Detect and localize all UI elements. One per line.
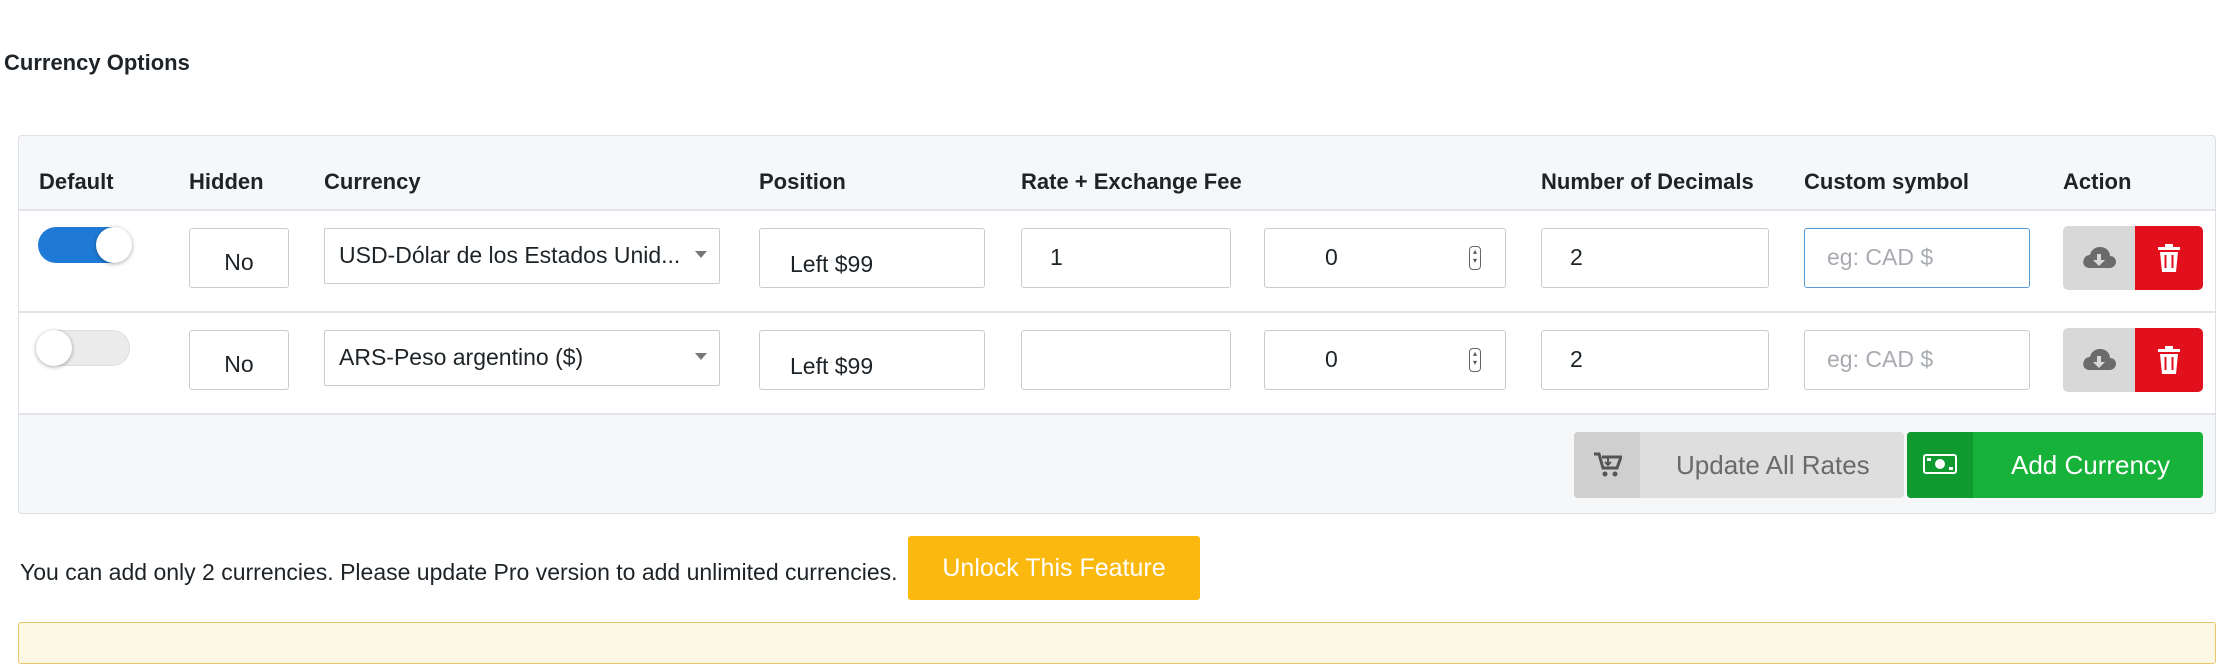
upgrade-notice: You can add only 2 currencies. Please up…	[20, 559, 898, 585]
alert-box	[18, 622, 2216, 664]
stepper-icon[interactable]: ▴ ▾	[1469, 246, 1481, 270]
divider	[19, 311, 2215, 313]
stepper-icon[interactable]: ▴ ▾	[1469, 348, 1481, 372]
money-icon	[1923, 454, 1957, 474]
hidden-field[interactable]: No	[189, 330, 289, 390]
delete-button[interactable]	[2135, 226, 2203, 290]
rate-input[interactable]	[1021, 330, 1231, 390]
toggle-knob	[36, 330, 72, 366]
position-field[interactable]: Left $99	[759, 330, 985, 390]
position-field[interactable]: Left $99	[759, 228, 985, 288]
position-value: Left $99	[790, 353, 874, 379]
chevron-down-icon	[695, 251, 707, 258]
trash-icon	[2158, 244, 2180, 272]
header-default: Default	[39, 169, 114, 194]
currency-select[interactable]: USD-Dólar de los Estados Unid...	[324, 228, 720, 284]
decimals-input[interactable]: 2	[1541, 330, 1769, 390]
update-all-rates-label: Update All Rates	[1676, 450, 1870, 480]
cart-icon	[1594, 452, 1622, 477]
header-custom-symbol: Custom symbol	[1804, 169, 1970, 194]
hidden-field[interactable]: No	[189, 228, 289, 288]
position-value: Left $99	[790, 251, 874, 277]
header-position: Position	[759, 169, 846, 194]
header-decimals: Number of Decimals	[1541, 169, 1754, 194]
cloud-download-icon	[2083, 349, 2116, 370]
update-rate-button[interactable]	[2063, 328, 2135, 392]
fee-input[interactable]: 0 ▴ ▾	[1264, 228, 1506, 288]
section-title: Currency Options	[4, 50, 190, 75]
unlock-feature-button[interactable]: Unlock This Feature	[908, 536, 1200, 600]
header-rate: Rate + Exchange Fee	[1021, 169, 1242, 194]
cloud-download-icon	[2083, 247, 2116, 268]
header-currency: Currency	[324, 169, 421, 194]
default-toggle[interactable]	[38, 227, 132, 263]
currency-select-value: USD-Dólar de los Estados Unid...	[339, 242, 681, 268]
header-action: Action	[2063, 169, 2132, 194]
currency-select[interactable]: ARS-Peso argentino ($)	[324, 330, 720, 386]
toggle-knob	[96, 227, 132, 263]
money-icon-box	[1907, 432, 1973, 498]
trash-icon	[2158, 346, 2180, 374]
add-currency-label: Add Currency	[2011, 450, 2170, 480]
decimals-input[interactable]: 2	[1541, 228, 1769, 288]
delete-button[interactable]	[2135, 328, 2203, 392]
divider	[19, 413, 2215, 415]
update-all-rates-button[interactable]: Update All Rates	[1574, 432, 1904, 498]
divider	[19, 209, 2215, 211]
fee-value: 0	[1325, 244, 1338, 270]
currency-select-value: ARS-Peso argentino ($)	[339, 344, 584, 370]
cart-icon-box	[1574, 432, 1640, 498]
fee-value: 0	[1325, 346, 1338, 372]
fee-input[interactable]: 0 ▴ ▾	[1264, 330, 1506, 390]
update-rate-button[interactable]	[2063, 226, 2135, 290]
custom-symbol-input[interactable]: eg: CAD $	[1804, 228, 2030, 288]
chevron-down-icon	[695, 353, 707, 360]
custom-symbol-input[interactable]: eg: CAD $	[1804, 330, 2030, 390]
default-toggle[interactable]	[36, 330, 130, 366]
add-currency-button[interactable]: Add Currency	[1907, 432, 2203, 498]
currency-table: Default Hidden Currency Position Rate + …	[18, 135, 2216, 514]
rate-input[interactable]: 1	[1021, 228, 1231, 288]
header-hidden: Hidden	[189, 169, 264, 194]
